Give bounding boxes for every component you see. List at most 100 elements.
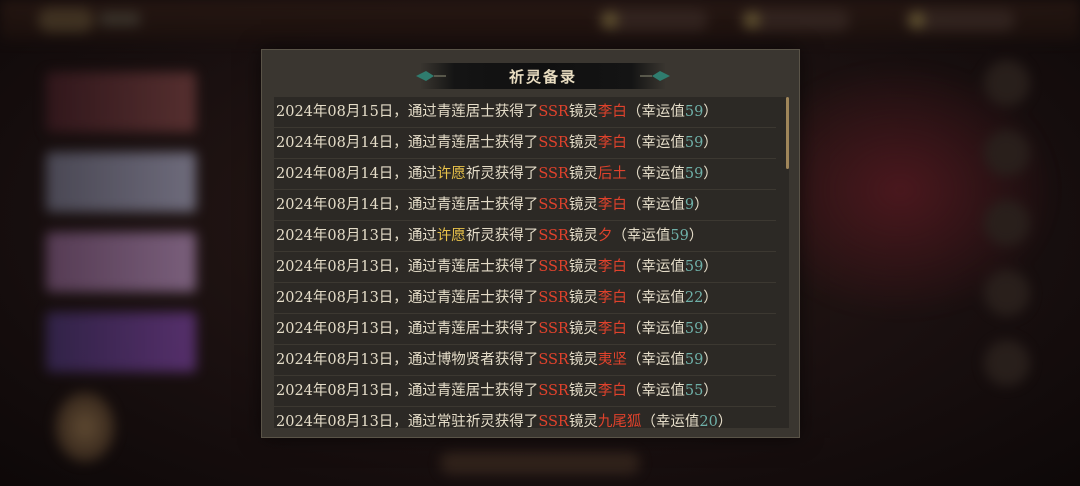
- record-luck-suffix: ）: [703, 290, 718, 306]
- record-source: 青莲居士: [436, 104, 495, 120]
- record-kind: 镜灵: [568, 135, 598, 151]
- record-luck-prefix: （幸运值: [612, 228, 671, 244]
- record-name: 李白: [597, 197, 627, 213]
- record-kind: 镜灵: [568, 290, 598, 306]
- record-rarity: SSR: [538, 228, 569, 244]
- record-row: 2024年08月13日，通过常驻祈灵获得了SSR镜灵九尾狐（幸运值20）: [274, 407, 776, 428]
- record-kind: 镜灵: [568, 259, 598, 275]
- record-row: 2024年08月13日，通过青莲居士获得了SSR镜灵李白（幸运值55）: [274, 376, 776, 407]
- record-luck-suffix: ）: [703, 135, 718, 151]
- record-via: 通过: [407, 321, 437, 337]
- record-luck-suffix: ）: [703, 383, 718, 399]
- record-luck: 55: [684, 383, 704, 399]
- record-rarity: SSR: [538, 135, 569, 151]
- record-got: 获得了: [494, 383, 539, 399]
- record-luck: 59: [684, 259, 704, 275]
- banner-card: [46, 72, 196, 132]
- record-source: 青莲居士: [436, 197, 495, 213]
- record-via: 通过: [407, 383, 437, 399]
- record-list[interactable]: 2024年08月13日，通过常驻祈灵获得了SSR镜灵九尾狐（幸运值20） 2024…: [274, 97, 789, 428]
- record-via: 通过: [407, 414, 437, 428]
- record-row: 2024年08月13日，通过青莲居士获得了SSR镜灵李白（幸运值59）: [274, 314, 776, 345]
- record-got: 获得了: [494, 259, 539, 275]
- record-name: 李白: [597, 104, 627, 120]
- record-luck-prefix: （幸运值: [641, 414, 700, 428]
- record-name: 李白: [597, 135, 627, 151]
- record-source: 青莲居士: [436, 383, 495, 399]
- record-luck: 22: [684, 290, 704, 306]
- record-date: 2024年08月14日，: [276, 166, 408, 182]
- record-luck: 9: [684, 197, 695, 213]
- record-got: 获得了: [494, 104, 539, 120]
- resource-counter: [905, 9, 1015, 31]
- record-rarity: SSR: [538, 414, 569, 428]
- record-via: 通过: [407, 290, 437, 306]
- bottom-bar: [440, 452, 640, 474]
- side-button: [984, 340, 1030, 386]
- side-button: [984, 270, 1030, 316]
- record-rarity: SSR: [538, 352, 569, 368]
- side-button: [984, 60, 1030, 106]
- summon-record-dialog: 祈灵备录 2024年08月13日，通过常驻祈灵获得了SSR镜灵九尾狐（幸运值20…: [261, 49, 800, 438]
- record-got: 获得了: [494, 197, 539, 213]
- side-button: [984, 130, 1030, 176]
- record-kind: 镜灵: [568, 197, 598, 213]
- dialog-title: 祈灵备录: [508, 68, 577, 86]
- record-kind: 镜灵: [568, 321, 598, 337]
- record-via: 通过: [407, 104, 437, 120]
- record-date: 2024年08月13日，: [276, 321, 408, 337]
- record-rarity: SSR: [538, 383, 569, 399]
- record-luck-suffix: ）: [703, 259, 718, 275]
- record-name: 李白: [597, 259, 627, 275]
- record-luck: 59: [684, 104, 704, 120]
- ornament-right-icon: [640, 71, 670, 81]
- logo: [38, 8, 94, 32]
- record-source: 青莲居士: [436, 135, 495, 151]
- record-luck-prefix: （幸运值: [626, 197, 685, 213]
- record-got: 祈灵获得了: [465, 166, 539, 182]
- record-row: 2024年08月13日，通过青莲居士获得了SSR镜灵李白（幸运值59）: [274, 252, 776, 283]
- record-rarity: SSR: [538, 197, 569, 213]
- record-row: 2024年08月15日，通过青莲居士获得了SSR镜灵李白（幸运值59）: [274, 97, 776, 128]
- record-source: 许愿: [436, 228, 466, 244]
- record-rarity: SSR: [538, 104, 569, 120]
- record-row: 2024年08月13日，通过博物贤者获得了SSR镜灵夷坚（幸运值59）: [274, 345, 776, 376]
- record-luck: 59: [684, 352, 704, 368]
- record-luck: 59: [684, 166, 704, 182]
- record-luck-prefix: （幸运值: [626, 166, 685, 182]
- record-luck: 59: [684, 321, 704, 337]
- top-bar: [0, 0, 1080, 40]
- record-via: 通过: [407, 197, 437, 213]
- banner-card: [46, 312, 196, 372]
- record-rarity: SSR: [538, 166, 569, 182]
- record-luck-prefix: （幸运值: [626, 352, 685, 368]
- record-luck-prefix: （幸运值: [626, 321, 685, 337]
- record-name: 李白: [597, 290, 627, 306]
- record-via: 通过: [407, 135, 437, 151]
- record-got: 祈灵获得了: [465, 414, 539, 428]
- record-row: 2024年08月14日，通过青莲居士获得了SSR镜灵李白（幸运值9）: [274, 190, 776, 221]
- record-date: 2024年08月14日，: [276, 135, 408, 151]
- record-date: 2024年08月13日，: [276, 228, 408, 244]
- record-got: 获得了: [494, 135, 539, 151]
- record-rarity: SSR: [538, 321, 569, 337]
- record-luck-suffix: ）: [703, 166, 718, 182]
- record-luck-suffix: ）: [688, 228, 704, 244]
- record-kind: 镜灵: [568, 166, 598, 182]
- record-luck-suffix: ）: [703, 352, 718, 368]
- record-rarity: SSR: [538, 259, 569, 275]
- record-date: 2024年08月13日，: [276, 259, 408, 275]
- record-luck-suffix: ）: [717, 414, 733, 428]
- resource-counter: [740, 9, 850, 31]
- record-name: 李白: [597, 383, 627, 399]
- record-kind: 镜灵: [568, 352, 598, 368]
- record-name: 李白: [597, 321, 627, 337]
- record-luck-prefix: （幸运值: [626, 259, 685, 275]
- record-luck-suffix: ）: [703, 321, 718, 337]
- record-kind: 镜灵: [568, 104, 598, 120]
- record-row: 2024年08月14日，通过青莲居士获得了SSR镜灵李白（幸运值59）: [274, 128, 776, 159]
- scrollbar-thumb[interactable]: [786, 97, 789, 169]
- record-via: 通过: [407, 228, 437, 244]
- top-bar-title: [100, 12, 140, 26]
- record-luck-suffix: ）: [694, 197, 709, 213]
